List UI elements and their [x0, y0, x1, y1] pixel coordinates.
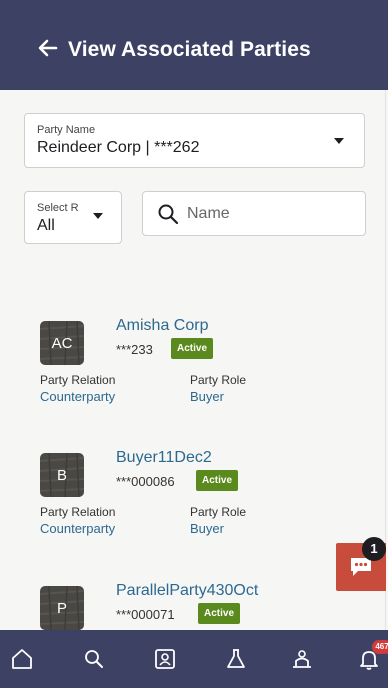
search-input[interactable] — [187, 202, 357, 226]
party-relation-value: Counterparty — [40, 521, 116, 536]
avatar: P — [40, 586, 84, 630]
home-icon — [12, 649, 32, 669]
party-name-link[interactable]: Buyer11Dec2 — [116, 449, 212, 467]
party-role-value: Buyer — [190, 521, 224, 536]
relation-select[interactable]: Select R All — [24, 191, 122, 244]
status-badge: Active — [171, 338, 214, 359]
tab-home[interactable] — [9, 646, 35, 672]
relation-select-value: All — [37, 217, 55, 234]
tab-dashboard[interactable] — [152, 646, 178, 672]
chat-count-badge: 1 — [362, 537, 386, 561]
party-id: ***000086 — [116, 474, 175, 489]
party-name-label: Party Name — [37, 124, 96, 136]
party-card[interactable]: AC Amisha Corp ***233 Active Party Relat… — [0, 317, 385, 431]
party-role-label: Party Role — [190, 505, 247, 519]
page-title: View Associated Parties — [68, 38, 311, 61]
status-badge: Active — [196, 470, 239, 491]
bottom-tab-bar — [0, 630, 388, 688]
chevron-down-icon — [334, 138, 344, 144]
party-id: ***233 — [116, 342, 153, 357]
avatar: B — [40, 453, 84, 497]
party-relation-value: Counterparty — [40, 389, 116, 404]
party-name-select[interactable]: Party Name Reindeer Corp | ***262 — [24, 113, 365, 168]
search-icon — [85, 650, 103, 668]
tab-accounts[interactable] — [289, 646, 315, 672]
tab-products[interactable] — [223, 646, 249, 672]
avatar-initials: B — [56, 467, 67, 484]
arrow-left-icon[interactable] — [34, 34, 62, 62]
party-id: ***000071 — [116, 607, 175, 622]
party-relation-label: Party Relation — [40, 373, 116, 387]
tab-search[interactable] — [81, 646, 107, 672]
party-name-link[interactable]: Amisha Corp — [116, 317, 208, 335]
party-role-label: Party Role — [190, 373, 247, 387]
notification-count-badge: 467 — [372, 640, 388, 654]
avatar: AC — [40, 321, 84, 365]
party-card[interactable]: B Buyer11Dec2 ***000086 Active Party Rel… — [0, 449, 385, 563]
party-card[interactable]: P ParallelParty430Oct ***000071 Active — [0, 582, 385, 630]
search-box[interactable] — [142, 191, 366, 236]
main-content: Party Name Reindeer Corp | ***262 Select… — [0, 90, 386, 630]
party-relation-label: Party Relation — [40, 505, 116, 519]
party-role-value: Buyer — [190, 389, 224, 404]
dashboard-icon — [155, 649, 175, 669]
relation-select-label: Select R — [37, 202, 79, 214]
search-icon — [158, 204, 179, 225]
flask-icon — [227, 649, 245, 668]
avatar-initials: AC — [51, 335, 73, 352]
app-header: View Associated Parties — [0, 0, 388, 90]
party-name-link[interactable]: ParallelParty430Oct — [116, 582, 258, 600]
party-name-value: Reindeer Corp | ***262 — [37, 139, 200, 156]
chevron-down-icon — [93, 213, 103, 219]
avatar-initials: P — [56, 600, 67, 617]
status-badge: Active — [198, 603, 241, 624]
accounts-icon — [293, 650, 311, 668]
